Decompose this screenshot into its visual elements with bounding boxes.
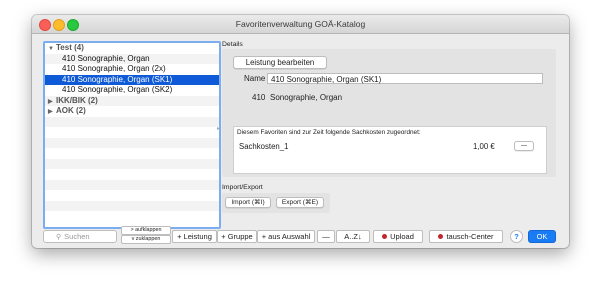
tree-empty-row — [45, 148, 219, 159]
exchange-label: tausch-Center — [446, 232, 494, 241]
upload-button[interactable]: Upload — [373, 230, 423, 243]
sachkosten-row: Sachkosten_1 1,00 € — — [237, 141, 543, 152]
favorites-tree[interactable]: ▼ Test (4) 410 Sonographie, Organ 410 Sonog… — [43, 41, 221, 229]
tree-empty-row — [45, 137, 219, 148]
tree-group-label: AOK (2) — [56, 106, 86, 115]
remove-button[interactable]: — — [317, 230, 335, 243]
tree-empty-row — [45, 127, 219, 138]
expand-all-button[interactable]: > aufklappen — [121, 226, 171, 235]
ok-button[interactable]: OK — [528, 230, 556, 243]
search-field[interactable]: ⚲ Suchen — [43, 230, 117, 243]
add-from-selection-button[interactable]: + aus Auswahl — [257, 230, 315, 243]
remove-sachkosten-button[interactable]: — — [514, 141, 534, 151]
title-bar: Favoritenverwaltung GOÄ-Katalog — [32, 15, 569, 34]
details-section-label: Details — [222, 41, 243, 48]
window-title: Favoritenverwaltung GOÄ-Katalog — [235, 19, 366, 29]
service-description: Sonographie, Organ — [270, 93, 343, 102]
search-placeholder: Suchen — [64, 232, 90, 241]
sachkosten-panel: Diesem Favoriten sind zur Zeit folgende … — [233, 126, 547, 174]
export-button[interactable]: Export (⌘E) — [276, 197, 324, 208]
tree-item[interactable]: 410 Sonographie, Organ — [45, 53, 219, 64]
tree-item[interactable]: 410 Sonographie, Organ (SK1) — [45, 74, 219, 85]
close-window-button[interactable] — [39, 19, 51, 31]
name-input[interactable]: 410 Sonographie, Organ (SK1) — [267, 73, 543, 84]
splitter-handle-icon[interactable]: ▸ — [217, 125, 221, 133]
tree-item[interactable]: 410 Sonographie, Organ (2x) — [45, 64, 219, 75]
sort-button[interactable]: A..Z↓ — [336, 230, 370, 243]
sachkosten-info-text: Diesem Favoriten sind zur Zeit folgende … — [237, 129, 421, 136]
import-export-panel: Import (⌘I) Export (⌘E) — [222, 193, 330, 213]
sachkosten-amount: 1,00 € — [473, 142, 495, 151]
add-group-button[interactable]: + Gruppe — [217, 230, 257, 243]
tree-item-label: 410 Sonographie, Organ (2x) — [62, 64, 166, 73]
details-panel: Leistung bearbeiten Name 410 Sonographie… — [222, 49, 556, 177]
help-button[interactable]: ? — [510, 230, 523, 243]
tree-empty-row — [45, 158, 219, 169]
tree-group-label: Test (4) — [56, 43, 84, 52]
sachkosten-name: Sachkosten_1 — [239, 142, 289, 151]
favorites-window: Favoritenverwaltung GOÄ-Katalog ▼ Test (4… — [32, 15, 569, 248]
search-icon: ⚲ — [56, 234, 62, 241]
collapse-all-button[interactable]: v zuklappen — [121, 235, 171, 244]
edit-service-button[interactable]: Leistung bearbeiten — [233, 56, 327, 69]
add-service-button[interactable]: + Leistung — [172, 230, 217, 243]
tree-empty-row — [45, 116, 219, 127]
tree-group[interactable]: ▼ Test (4) — [45, 43, 219, 54]
exchange-status-icon — [438, 234, 444, 239]
zoom-window-button[interactable] — [67, 19, 79, 31]
name-label: Name — [244, 74, 266, 83]
tree-group[interactable]: ▶ AOK (2) — [45, 106, 219, 117]
exchange-center-button[interactable]: tausch-Center — [429, 230, 503, 243]
tree-item-label: 410 Sonographie, Organ — [62, 53, 150, 63]
tree-item[interactable]: 410 Sonographie, Organ (SK2) — [45, 85, 219, 96]
tree-empty-row — [45, 200, 219, 211]
upload-label: Upload — [390, 232, 414, 241]
tree-group-label: IKK/BIK (2) — [56, 95, 98, 105]
tree-empty-row — [45, 169, 219, 180]
import-button[interactable]: Import (⌘I) — [225, 197, 271, 208]
tree-item-label: 410 Sonographie, Organ (SK2) — [62, 85, 173, 94]
tree-empty-row — [45, 211, 219, 222]
tree-item-label: 410 Sonographie, Organ (SK1) — [62, 74, 173, 84]
tree-group[interactable]: ▶ IKK/BIK (2) — [45, 95, 219, 106]
upload-status-icon — [382, 234, 388, 239]
service-code: 410 — [252, 93, 266, 102]
minimize-window-button[interactable] — [53, 19, 65, 31]
import-export-section-label: Import/Export — [222, 184, 263, 191]
tree-empty-row — [45, 179, 219, 190]
tree-empty-row — [45, 190, 219, 201]
